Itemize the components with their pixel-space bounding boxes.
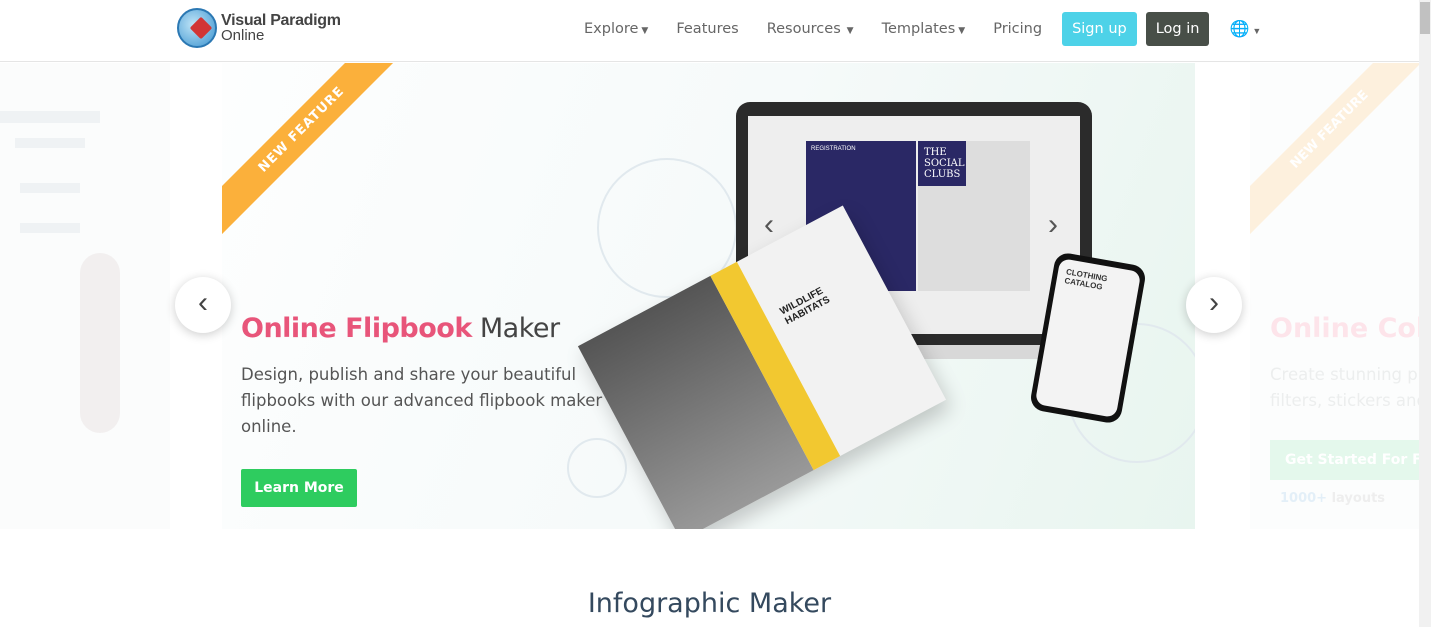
chevron-right-icon: › (1209, 286, 1219, 319)
next-slide-title: Online Colla (1270, 313, 1419, 344)
learn-more-button[interactable]: Learn More (241, 469, 357, 507)
mock-chevron-left-icon: ‹ (764, 208, 774, 241)
brand-name: Visual Paradigm (221, 12, 341, 29)
carousel-slide-flipbook: NEW FEATURE REGISTRATION THE SOCIAL CLUB… (222, 63, 1195, 529)
login-button[interactable]: Log in (1145, 12, 1210, 46)
decor-circle (567, 438, 627, 498)
new-feature-ribbon: NEW FEATURE (222, 63, 406, 234)
nav-features[interactable]: Features (676, 21, 738, 37)
signup-button[interactable]: Sign up (1062, 12, 1137, 46)
scrollbar-thumb[interactable] (1420, 2, 1430, 34)
caret-down-icon: ▼ (958, 26, 966, 36)
new-feature-ribbon: NEW FEATURE (1250, 63, 1419, 234)
top-navbar: Visual Paradigm Online Explore ▼ Features… (0, 0, 1419, 62)
brand-logo[interactable]: Visual Paradigm Online (177, 8, 341, 48)
nav-explore[interactable]: Explore ▼ (584, 21, 648, 37)
book-title: WILDLIFE HABITATS (778, 285, 832, 328)
caret-down-icon: ▼ (1252, 26, 1262, 36)
nav-resources[interactable]: Resources ▼ (767, 21, 854, 37)
next-slide-peek: NEW FEATURE Online Colla Create stunning… (1250, 63, 1419, 529)
globe-icon: 🌐 (1229, 21, 1250, 38)
layouts-count: 1000+ layouts (1280, 491, 1386, 506)
logo-globe-icon (177, 8, 217, 48)
language-selector[interactable]: 🌐 ▼ (1229, 19, 1261, 39)
next-slide-description: Create stunning ph filters, stickers and (1270, 365, 1419, 410)
carousel-prev-button[interactable]: ‹ (175, 277, 231, 333)
scrollbar[interactable] (1419, 0, 1431, 627)
caret-down-icon: ▼ (641, 26, 649, 36)
chevron-left-icon: ‹ (198, 286, 208, 319)
nav-templates[interactable]: Templates ▼ (882, 21, 966, 37)
slide-description: Design, publish and share your beautiful… (241, 365, 603, 436)
carousel-next-button[interactable]: › (1186, 277, 1242, 333)
brand-sub: Online (221, 27, 265, 44)
nav-pricing[interactable]: Pricing (993, 21, 1042, 37)
section-title: Infographic Maker (587, 588, 832, 619)
previous-slide-peek (0, 63, 170, 529)
main-menu: Explore ▼ Features Resources ▼ Templates ▼… (570, 10, 1261, 48)
get-started-button[interactable]: Get Started For Fr (1270, 440, 1419, 480)
mock-page-title: THE SOCIAL CLUBS (918, 141, 966, 186)
slide-title: Online Flipbook Maker (241, 313, 560, 344)
mock-chevron-right-icon: › (1048, 208, 1058, 241)
caret-down-icon: ▼ (843, 26, 854, 36)
